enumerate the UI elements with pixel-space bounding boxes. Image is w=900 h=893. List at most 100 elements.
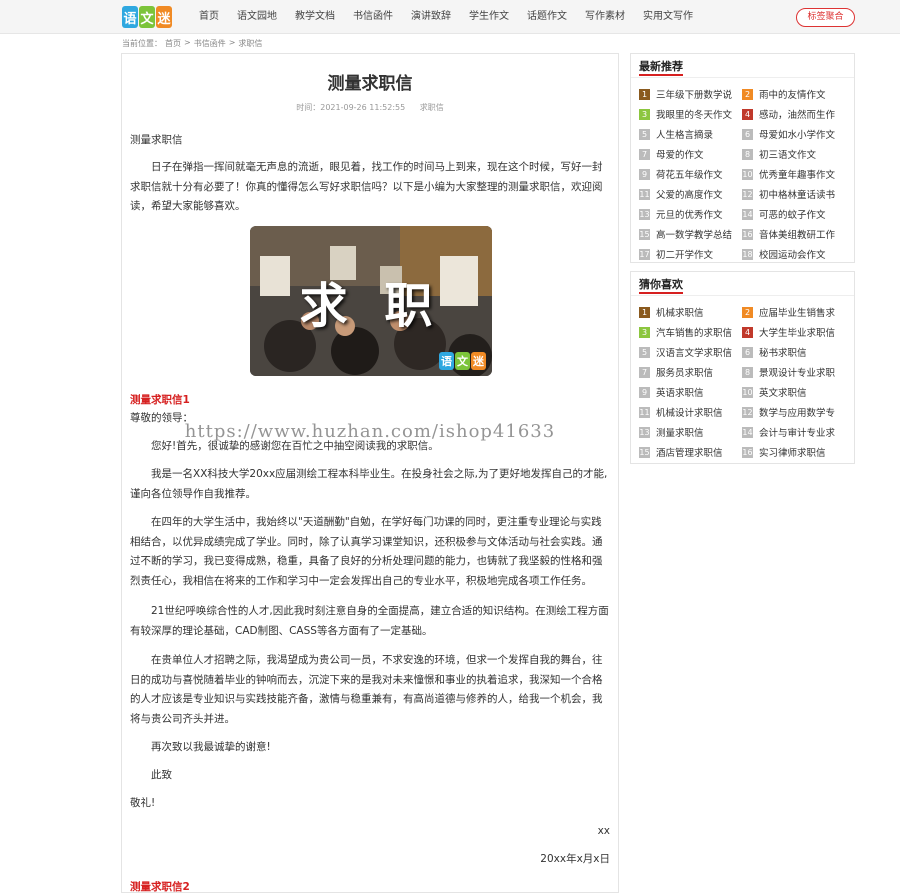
nav-item-topic-essays[interactable]: 话题作文 <box>518 0 576 34</box>
article-category[interactable]: 求职信 <box>420 103 444 112</box>
rank-number-badge: 5 <box>639 128 650 140</box>
rank-list-item[interactable]: 7 服务员求职信 <box>631 362 734 382</box>
rank-number-badge: 9 <box>639 168 650 180</box>
rank-list-item[interactable]: 10 优秀童年趣事作文 <box>734 164 844 184</box>
site-logo[interactable]: 语 文 迷 <box>122 6 172 28</box>
breadcrumb-separator: > <box>228 38 236 47</box>
rank-list-item[interactable]: 7 母爱的作文 <box>631 144 734 164</box>
rank-list-item[interactable]: 11 父爱的高度作文 <box>631 184 734 204</box>
rank-list-item[interactable]: 6 母爱如水小学作文 <box>734 124 844 144</box>
main-nav: 首页 语文园地 教学文档 书信函件 演讲致辞 学生作文 话题作文 写作素材 实用… <box>190 0 702 34</box>
rank-number-badge: 15 <box>639 446 650 458</box>
rank-item-label: 汉语言文学求职信 <box>656 348 733 359</box>
rank-list-item[interactable]: 5 人生格言摘录 <box>631 124 734 144</box>
rank-list-item[interactable]: 3 我眼里的冬天作文 <box>631 104 734 124</box>
nav-item-teaching-docs[interactable]: 教学文档 <box>286 0 344 34</box>
rank-list-item[interactable]: 13 元旦的优秀作文 <box>631 204 734 224</box>
nav-item-speeches[interactable]: 演讲致辞 <box>402 0 460 34</box>
rank-list-item[interactable]: 9 荷花五年级作文 <box>631 164 734 184</box>
rank-number-badge: 13 <box>639 426 650 438</box>
rank-item-label: 秘书求职信 <box>759 348 807 359</box>
rank-list-item[interactable]: 17 初二开学作文 <box>631 244 734 264</box>
rank-item-label: 人生格言摘录 <box>656 130 714 141</box>
rank-list-item[interactable]: 4 大学生毕业求职信 <box>734 322 844 342</box>
nav-item-student-essays[interactable]: 学生作文 <box>460 0 518 34</box>
rank-item-label: 数学与应用数学专 <box>759 408 836 419</box>
rank-list-item[interactable]: 2 应届毕业生销售求 <box>734 302 844 322</box>
rank-list-item[interactable]: 2 雨中的友情作文 <box>734 84 844 104</box>
section-1-title: 测量求职信1 <box>130 394 190 406</box>
rank-list-item[interactable]: 4 感动，油然而生作 <box>734 104 844 124</box>
paragraph-7: 此致 <box>151 769 172 781</box>
rank-number-badge: 11 <box>639 406 650 418</box>
breadcrumb-letters[interactable]: 书信函件 <box>194 38 226 49</box>
rank-list-item[interactable]: 18 校园运动会作文 <box>734 244 844 264</box>
rank-number-badge: 8 <box>742 366 753 378</box>
rank-item-label: 汽车销售的求职信 <box>656 328 733 339</box>
rank-list-item[interactable]: 3 汽车销售的求职信 <box>631 322 734 342</box>
rank-list-item[interactable]: 12 数学与应用数学专 <box>734 402 844 422</box>
rank-item-label: 酒店管理求职信 <box>656 448 723 459</box>
rank-number-badge: 14 <box>742 426 753 438</box>
article-meta: 时间：2021-09-26 11:52:55 求职信 <box>122 102 618 113</box>
rank-item-label: 初中格林童话读书 <box>759 190 836 201</box>
logo-char: 文 <box>139 6 155 28</box>
nav-item-home[interactable]: 首页 <box>190 0 228 34</box>
rank-item-label: 测量求职信 <box>656 428 704 439</box>
nav-item-practical-writing[interactable]: 实用文写作 <box>634 0 702 34</box>
rank-list-item[interactable]: 16 实习律师求职信 <box>734 442 844 462</box>
top-nav-bar: 语 文 迷 首页 语文园地 教学文档 书信函件 演讲致辞 学生作文 话题作文 写… <box>0 0 900 34</box>
rank-number-badge: 11 <box>639 188 650 200</box>
rank-item-label: 优秀童年趣事作文 <box>759 170 836 181</box>
rank-list-item[interactable]: 9 英语求职信 <box>631 382 734 402</box>
rank-list-item[interactable]: 1 三年级下册数学说 <box>631 84 734 104</box>
rank-item-label: 会计与审计专业求 <box>759 428 836 439</box>
date: 20xx年x月x日 <box>540 853 610 865</box>
rank-item-label: 初二开学作文 <box>656 250 714 261</box>
rank-list-item[interactable]: 11 机械设计求职信 <box>631 402 734 422</box>
rank-list-item[interactable]: 12 初中格林童话读书 <box>734 184 844 204</box>
latest-recommend-panel: 最新推荐 1 三年级下册数学说 2 雨中的友情作文 3 我眼里的冬天作文 4 感动，油然而生作… <box>630 53 855 263</box>
intro-title: 测量求职信 <box>130 134 183 146</box>
rank-number-badge: 2 <box>742 306 753 318</box>
logo-char: 语 <box>439 352 454 370</box>
rank-number-badge: 14 <box>742 208 753 220</box>
rank-item-label: 英语求职信 <box>656 388 704 399</box>
rank-number-badge: 12 <box>742 188 753 200</box>
rank-item-label: 雨中的友情作文 <box>759 90 826 101</box>
rank-number-badge: 16 <box>742 228 753 240</box>
guess-header: 猜你喜欢 <box>631 272 854 296</box>
rank-item-label: 机械设计求职信 <box>656 408 723 419</box>
rank-list-item[interactable]: 8 初三语文作文 <box>734 144 844 164</box>
article-time: 时间：2021-09-26 11:52:55 <box>296 103 406 112</box>
nav-item-chinese-garden[interactable]: 语文园地 <box>228 0 286 34</box>
rank-list-item[interactable]: 5 汉语言文学求职信 <box>631 342 734 362</box>
breadcrumb-current[interactable]: 求职信 <box>238 38 262 49</box>
rank-item-label: 高一数学教学总结 <box>656 230 733 241</box>
nav-item-letters[interactable]: 书信函件 <box>344 0 402 34</box>
salutation: 尊敬的领导： <box>130 412 193 424</box>
rank-item-label: 父爱的高度作文 <box>656 190 723 201</box>
rank-list-item[interactable]: 8 景观设计专业求职 <box>734 362 844 382</box>
latest-title: 最新推荐 <box>639 60 683 73</box>
rank-list-item[interactable]: 14 可恶的蚊子作文 <box>734 204 844 224</box>
rank-list-item[interactable]: 14 会计与审计专业求 <box>734 422 844 442</box>
rank-number-badge: 4 <box>742 326 753 338</box>
logo-char: 语 <box>122 6 138 28</box>
guess-title: 猜你喜欢 <box>639 278 683 291</box>
rank-list-item[interactable]: 15 酒店管理求职信 <box>631 442 734 462</box>
tag-aggregation-button[interactable]: 标签聚合 <box>796 8 855 27</box>
rank-list-item[interactable]: 1 机械求职信 <box>631 302 734 322</box>
latest-list: 1 三年级下册数学说 2 雨中的友情作文 3 我眼里的冬天作文 4 感动，油然而生作 5 人生格言… <box>631 78 854 264</box>
rank-list-item[interactable]: 15 高一数学教学总结 <box>631 224 734 244</box>
rank-list-item[interactable]: 6 秘书求职信 <box>734 342 844 362</box>
intro-paragraph: 日子在弹指一挥间就毫无声息的流逝，眼见着，找工作的时间马上到来，现在这个时候，写… <box>130 161 603 212</box>
rank-list-item[interactable]: 10 英文求职信 <box>734 382 844 402</box>
rank-list-item[interactable]: 16 音体美组教研工作 <box>734 224 844 244</box>
paragraph-4: 21世纪呼唤综合性的人才,因此我时刻注意自身的全面提高，建立合适的知识结构。在测… <box>130 605 609 637</box>
nav-item-writing-material[interactable]: 写作素材 <box>576 0 634 34</box>
breadcrumb-home[interactable]: 首页 <box>165 38 181 49</box>
rank-list-item[interactable]: 13 测量求职信 <box>631 422 734 442</box>
logo-char: 迷 <box>156 6 172 28</box>
rank-item-label: 机械求职信 <box>656 308 704 319</box>
